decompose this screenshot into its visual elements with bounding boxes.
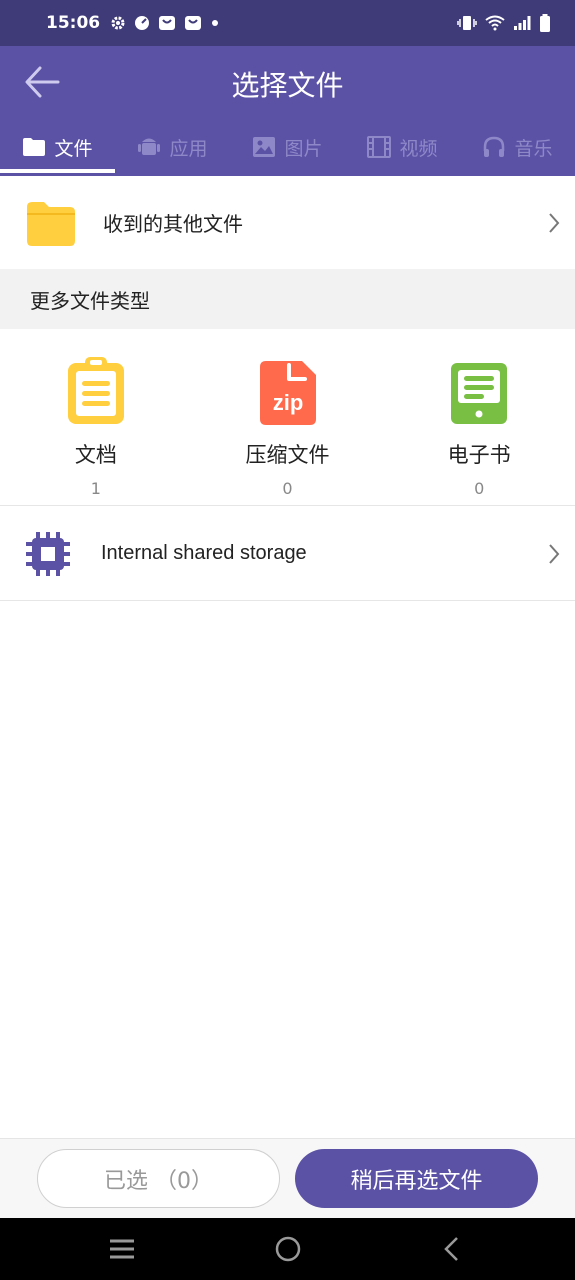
chevron-right-icon (549, 543, 560, 564)
tab-label: 视频 (399, 137, 438, 160)
vibrate-icon (457, 16, 477, 30)
image-icon (253, 137, 276, 157)
select-later-button[interactable]: 稍后再选文件 (295, 1149, 538, 1208)
tab-files[interactable]: 文件 (0, 118, 115, 176)
dot-icon (212, 20, 219, 26)
battery-icon (540, 14, 550, 32)
folder-icon (23, 138, 46, 156)
received-files-label: 收到的其他文件 (103, 212, 243, 236)
system-nav-bar (0, 1218, 575, 1280)
tab-music[interactable]: 音乐 (460, 118, 575, 176)
type-archives[interactable]: zip 压缩文件 0 (192, 329, 384, 505)
ebook-reader-icon (451, 363, 508, 424)
tab-label: 图片 (284, 137, 323, 160)
type-count: 0 (474, 479, 485, 498)
type-count: 1 (90, 479, 101, 498)
tab-label: 音乐 (514, 137, 553, 160)
selected-count-button[interactable]: 已选 （0） (37, 1149, 280, 1208)
zip-badge: zip (272, 390, 303, 415)
type-name: 电子书 (447, 443, 511, 467)
page-title: 选择文件 (231, 69, 344, 102)
wifi-icon (485, 15, 505, 31)
clipboard-icon (67, 357, 124, 424)
chip-icon (26, 531, 70, 576)
storage-label: Internal shared storage (101, 542, 307, 564)
type-documents[interactable]: 文档 1 (0, 329, 192, 505)
app-bar: 选择文件 (0, 46, 575, 118)
bag-icon (159, 16, 176, 30)
chevron-right-icon (549, 212, 560, 233)
type-ebooks[interactable]: 电子书 0 (383, 329, 575, 505)
headphones-icon (484, 136, 505, 157)
android-icon (138, 138, 161, 155)
bottom-action-bar: 已选 （0） 稍后再选文件 (0, 1138, 575, 1218)
status-bar: 15:06 (0, 0, 575, 46)
tab-videos[interactable]: 视频 (345, 118, 460, 176)
zip-file-icon: zip (259, 361, 316, 425)
tab-bar: 文件 应用 图片 视频 音乐 (0, 118, 575, 176)
tab-label: 应用 (169, 137, 208, 160)
status-time: 15:06 (46, 13, 101, 33)
file-types-grid: 文档 1 zip 压缩文件 0 电子书 0 (0, 329, 575, 506)
home-icon[interactable] (274, 1235, 302, 1263)
speed-icon (135, 16, 150, 30)
tab-label: 文件 (54, 137, 93, 160)
type-name: 文档 (74, 443, 117, 467)
tab-images[interactable]: 图片 (230, 118, 345, 176)
film-icon (367, 136, 392, 158)
signal-icon (514, 16, 531, 30)
folder-icon (27, 201, 75, 246)
recents-icon[interactable] (108, 1238, 136, 1260)
back-icon[interactable] (442, 1236, 462, 1262)
bag-icon (185, 16, 202, 30)
type-count: 0 (282, 479, 293, 498)
received-files-row[interactable]: 收到的其他文件 (0, 176, 575, 269)
internal-storage-row[interactable]: Internal shared storage (0, 507, 575, 601)
settings-icon (111, 16, 125, 30)
tab-apps[interactable]: 应用 (115, 118, 230, 176)
section-header: 更多文件类型 (0, 269, 575, 329)
type-name: 压缩文件 (245, 443, 330, 467)
